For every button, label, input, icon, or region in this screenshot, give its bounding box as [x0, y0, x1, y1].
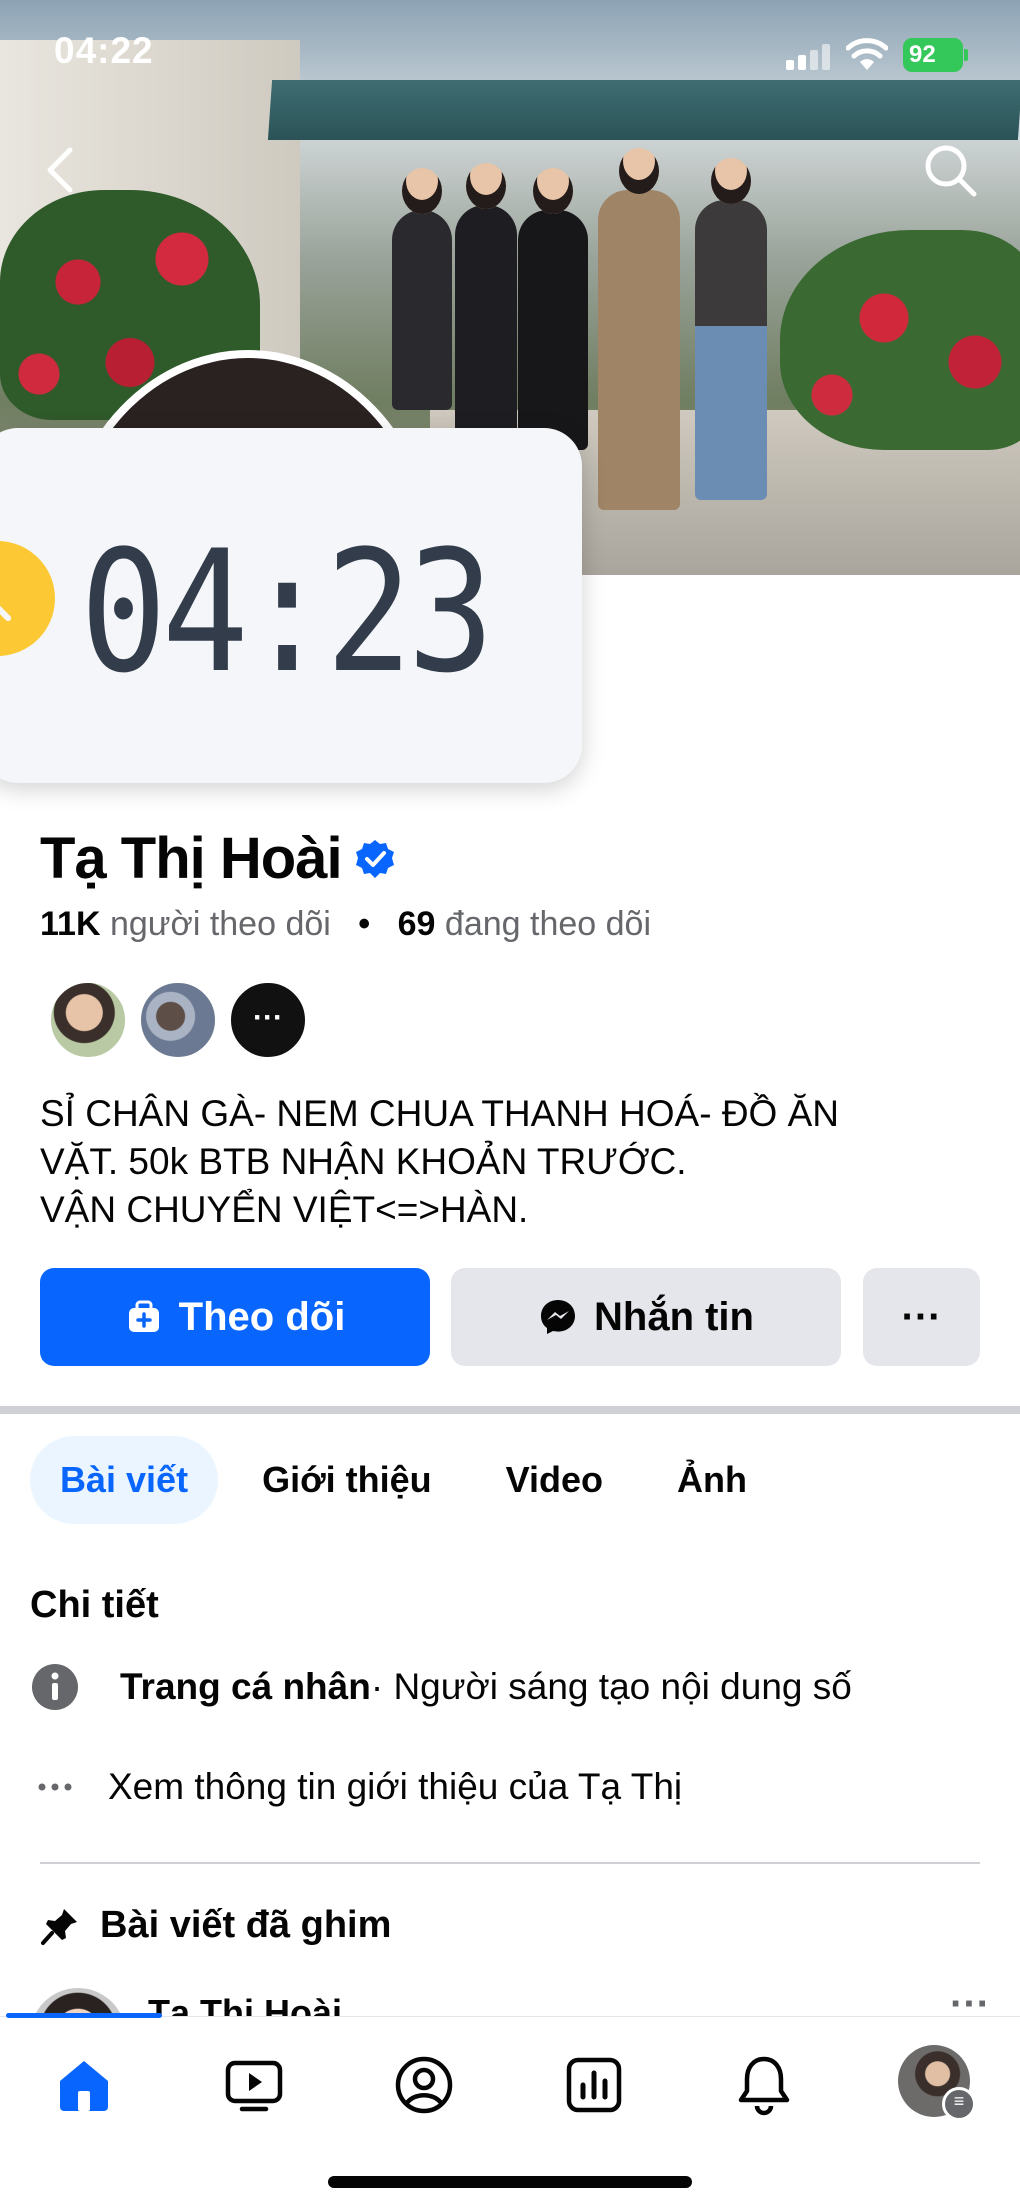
wifi-icon [846, 38, 888, 70]
following-count[interactable]: 69 [398, 905, 436, 943]
menu-avatar-icon[interactable] [898, 2045, 976, 2121]
follow-button-label: Theo dõi [178, 1294, 346, 1339]
cover-person [598, 148, 680, 510]
follow-stats: 11K người theo dõi • 69 đang theo dõi [40, 905, 651, 944]
bio-line: VẬN CHUYỂN VIỆT<=>HÀN. [40, 1189, 529, 1230]
cover-person [518, 168, 588, 450]
active-tab-indicator [6, 2013, 162, 2018]
mutual-followers[interactable]: ··· [48, 980, 318, 1060]
detail-profile-type: Trang cá nhân · Người sáng tạo nội dung … [30, 1662, 1010, 1712]
more-actions-button[interactable]: ··· [863, 1268, 980, 1366]
profile-type-label: Trang cá nhân [120, 1666, 371, 1707]
messenger-icon [541, 1300, 575, 1334]
followers-label[interactable]: người theo dõi [110, 905, 331, 943]
mutual-avatar[interactable] [48, 980, 128, 1060]
profile-icon[interactable] [392, 2053, 456, 2117]
details-divider [40, 1862, 980, 1864]
profile-name-row: Tạ Thị Hoài [40, 825, 396, 892]
bio-line: SỈ CHÂN GÀ- NEM CHUA THANH HOÁ- ĐỒ ĂN [40, 1093, 840, 1134]
followers-count[interactable]: 11K [40, 905, 101, 943]
cover-person [392, 168, 452, 410]
cellular-signal-icon [786, 44, 830, 70]
status-bar: 04:22 92 [0, 0, 1020, 110]
cover-person [695, 158, 767, 500]
home-indicator [328, 2176, 692, 2188]
message-button-label: Nhắn tin [594, 1294, 754, 1339]
tab-about[interactable]: Giới thiệu [232, 1436, 462, 1524]
pin-icon [41, 1908, 77, 1945]
profile-bio: SỈ CHÂN GÀ- NEM CHUA THANH HOÁ- ĐỒ ĂN VẶ… [40, 1090, 980, 1234]
dashboard-icon[interactable] [562, 2053, 626, 2117]
follow-button[interactable]: Theo dõi [40, 1268, 430, 1366]
battery-level: 92 [909, 41, 936, 68]
stats-separator: • [358, 905, 371, 943]
details-heading: Chi tiết [30, 1584, 159, 1626]
tab-videos[interactable]: Video [476, 1436, 633, 1524]
tab-posts[interactable]: Bài viết [30, 1436, 219, 1524]
message-button[interactable]: Nhắn tin [451, 1268, 841, 1366]
back-icon[interactable] [32, 140, 92, 200]
mutual-avatar[interactable] [138, 980, 218, 1060]
cover-flowers-right [780, 230, 1020, 450]
cover-person [455, 163, 517, 435]
profile-tabs: Bài viết Giới thiệu Video Ảnh [30, 1436, 791, 1524]
profile-name: Tạ Thị Hoài [40, 826, 343, 891]
pinned-posts-heading: Bài viết đã ghim [40, 1904, 391, 1947]
mutual-more[interactable]: ··· [228, 980, 308, 1060]
clock-icon [0, 541, 55, 656]
bio-line: VẶT. 50k BTB NHẬN KHOẢN TRƯỚC. [40, 1141, 687, 1182]
video-icon[interactable] [222, 2053, 286, 2117]
bell-icon[interactable] [732, 2053, 796, 2117]
floating-clock-widget: 04:23 [0, 428, 582, 783]
battery-indicator: 92 [903, 38, 968, 72]
profile-actions: Theo dõi Nhắn tin ··· [40, 1268, 980, 1366]
profile-category: · Người sáng tạo nội dung số [370, 1666, 852, 1707]
tab-photos[interactable]: Ảnh [647, 1436, 777, 1524]
add-person-icon [128, 1300, 159, 1332]
info-icon [32, 1664, 78, 1710]
following-label[interactable]: đang theo dõi [445, 905, 651, 943]
status-time: 04:22 [54, 30, 154, 71]
clock-time: 04:23 [80, 514, 494, 710]
ellipsis-icon: ··· [901, 1294, 942, 1339]
verified-badge-icon [355, 839, 394, 878]
ellipsis-icon [38, 1783, 72, 1791]
detail-see-about[interactable]: Xem thông tin giới thiệu của Tạ Thị [30, 1762, 1010, 1812]
section-divider [0, 1406, 1020, 1414]
home-icon[interactable] [52, 2053, 116, 2117]
see-about-link[interactable]: Xem thông tin giới thiệu của Tạ Thị [108, 1766, 682, 1808]
pinned-title: Bài viết đã ghim [100, 1904, 392, 1946]
search-icon[interactable] [920, 140, 980, 200]
